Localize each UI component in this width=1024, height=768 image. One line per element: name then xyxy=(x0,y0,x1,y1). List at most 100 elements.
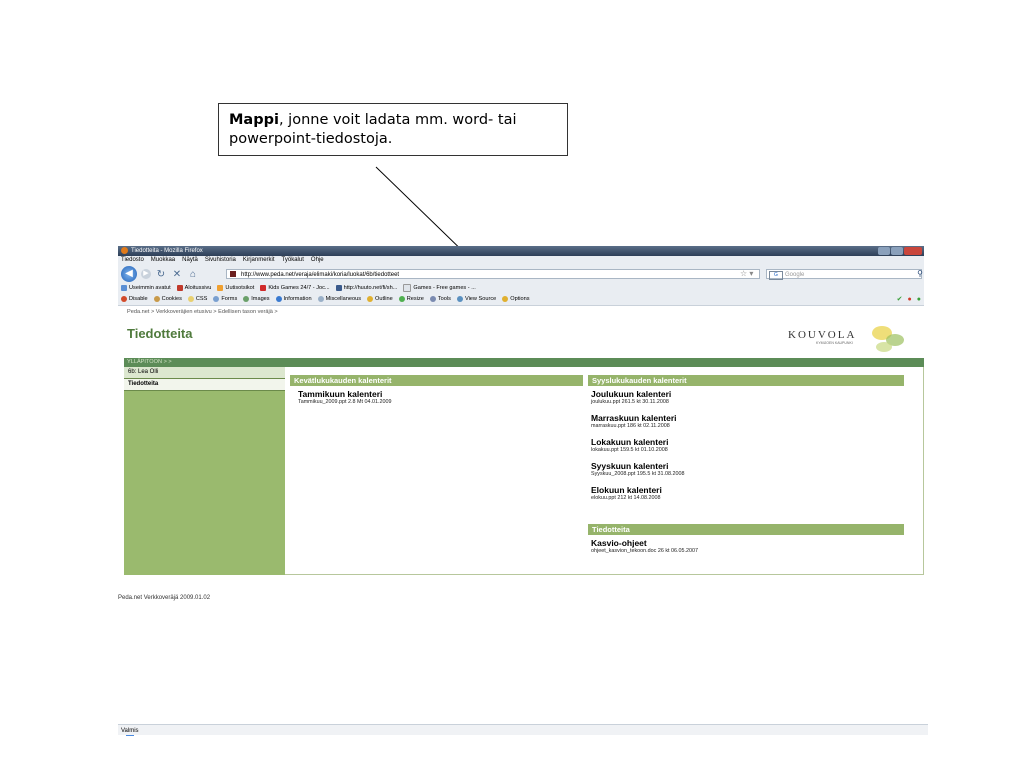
file-title[interactable]: Lokakuun kalenteri xyxy=(591,437,668,447)
title-bar: Tiedotteita - Mozilla Firefox xyxy=(118,246,924,256)
bookmark-item[interactable]: Uutisotsikot xyxy=(217,283,254,294)
google-engine-icon[interactable]: G xyxy=(769,271,783,280)
file-title[interactable]: Joulukuun kalenteri xyxy=(591,389,671,399)
dev-view-source[interactable]: View Source xyxy=(456,294,496,305)
bookmark-item[interactable]: http://huuto.net/fi/sh... xyxy=(335,283,397,294)
file-entry[interactable]: Kasvio-ohjeet ohjeet_kasvion_tekoon.doc … xyxy=(591,538,698,555)
menu-nayta[interactable]: Näytä xyxy=(182,256,198,265)
dev-outline[interactable]: Outline xyxy=(367,294,393,305)
menu-sivuhistoria[interactable]: Sivuhistoria xyxy=(205,256,236,265)
images-icon xyxy=(243,295,250,302)
main-content: Kevätlukukauden kalenterit Tammikuun kal… xyxy=(285,367,924,575)
file-title[interactable]: Kasvio-ohjeet xyxy=(591,538,698,548)
file-title[interactable]: Marraskuun kalenteri xyxy=(591,413,677,423)
section-header-spring: Kevätlukukauden kalenterit xyxy=(290,375,583,386)
page-icon xyxy=(403,283,412,292)
logo-subtitle: KYMIJOEN KAUPUNKI xyxy=(816,341,853,345)
dev-label: Options xyxy=(510,296,530,302)
file-entry[interactable]: Marraskuun kalenteri marraskuu.ppt 186 k… xyxy=(591,413,677,430)
sidebar-item-tiedotteita[interactable]: Tiedotteita xyxy=(124,379,285,391)
close-button[interactable] xyxy=(904,247,922,255)
page-title: Tiedotteita xyxy=(127,326,193,341)
url-bar[interactable]: http://www.peda.net/veraja/elimaki/koria… xyxy=(226,269,760,279)
dev-css[interactable]: CSS xyxy=(187,294,207,305)
dev-disable[interactable]: Disable xyxy=(121,294,148,305)
file-entry[interactable]: Lokakuun kalenteri lokakuu.ppt 159.5 kt … xyxy=(591,437,668,454)
file-meta: marraskuu.ppt 186 kt 02.11.2008 xyxy=(591,423,670,429)
file-meta: lokakuu.ppt 159.5 kt 01.10.2008 xyxy=(591,447,668,453)
status-progress-line xyxy=(126,735,134,736)
forward-button[interactable]: ▶ xyxy=(141,269,151,279)
view-source-icon xyxy=(456,295,463,302)
site-favicon-icon xyxy=(230,271,236,277)
menu-tiedosto[interactable]: Tiedosto xyxy=(121,256,144,265)
status-text: Valmis xyxy=(121,728,139,734)
firefox-icon xyxy=(121,246,128,254)
disable-icon xyxy=(121,295,127,302)
page-footer: Peda.net Verkkoveräjä 2009.01.02 xyxy=(118,595,211,601)
web-developer-toolbar: Disable Cookies CSS Forms Images Informa… xyxy=(118,294,924,306)
file-title[interactable]: Elokuun kalenteri xyxy=(591,485,662,495)
minimize-button[interactable] xyxy=(878,247,890,255)
bookmark-item[interactable]: Aloitussivu xyxy=(176,283,212,294)
callout-box: Mappi, jonne voit ladata mm. word- tai p… xyxy=(218,103,568,156)
information-icon xyxy=(275,295,282,302)
stop-icon[interactable]: ✕ xyxy=(171,269,183,280)
file-entry[interactable]: Syyskuun kalenteri Syyskuu_2008.ppt 195.… xyxy=(591,461,685,478)
valid-icon[interactable]: ● xyxy=(917,294,921,305)
check-icon[interactable]: ✔ xyxy=(897,294,903,305)
dev-label: Cookies xyxy=(161,296,182,302)
kouvola-logo: KOUVOLA KYMIJOEN KAUPUNKI xyxy=(788,324,918,358)
bookmark-label: Useimmin avatut xyxy=(129,285,171,291)
menu-kirjanmerkit[interactable]: Kirjanmerkit xyxy=(243,256,275,265)
sidebar: 6b: Lea Olli Tiedotteita xyxy=(124,367,285,575)
dev-information[interactable]: Information xyxy=(275,294,312,305)
bookmark-item[interactable]: Useimmin avatut xyxy=(121,283,171,294)
dev-options[interactable]: Options xyxy=(502,294,530,305)
bookmark-label: Aloitussivu xyxy=(184,285,212,291)
file-title[interactable]: Tammikuun kalenteri xyxy=(298,389,392,399)
file-entry[interactable]: Joulukuun kalenteri joulukuu.ppt 261.5 k… xyxy=(591,389,671,406)
dev-label: Miscellaneous xyxy=(325,296,362,302)
dev-tools[interactable]: Tools xyxy=(429,294,451,305)
cookie-icon xyxy=(153,295,160,302)
reload-icon[interactable]: ↻ xyxy=(155,269,167,280)
bookmark-star-icon[interactable]: ☆ ▾ xyxy=(740,269,753,278)
admin-link[interactable]: YLLÄPITOON > > xyxy=(124,358,924,367)
bookmark-item[interactable]: Games - Free games - ... xyxy=(403,283,476,294)
file-meta: joulukuu.ppt 261.5 kt 30.11.2008 xyxy=(591,399,669,405)
dev-label: Disable xyxy=(129,296,148,302)
search-input[interactable]: G Google ⚲ xyxy=(766,269,923,280)
breadcrumb[interactable]: Peda.net > Verkkoveräjien etusivu > Edel… xyxy=(127,309,278,315)
web-page: Peda.net > Verkkoveräjien etusivu > Edel… xyxy=(118,306,924,575)
navigation-bar: ◀ ▶ ↻ ✕ ⌂ http://www.peda.net/veraja/eli… xyxy=(118,265,924,283)
error-icon[interactable]: ● xyxy=(908,294,912,305)
dev-label: Outline xyxy=(375,296,393,302)
home-icon[interactable]: ⌂ xyxy=(187,269,199,280)
dev-miscellaneous[interactable]: Miscellaneous xyxy=(317,294,362,305)
dev-images[interactable]: Images xyxy=(243,294,270,305)
bookmark-item[interactable]: Kids Games 24/7 - Joc... xyxy=(260,283,330,294)
miscellaneous-icon xyxy=(317,295,324,302)
file-entry[interactable]: Elokuun kalenteri elokuu.ppt 212 kt 14.0… xyxy=(591,485,662,502)
dev-label: Tools xyxy=(437,296,451,302)
menu-tyokalut[interactable]: Työkalut xyxy=(282,256,304,265)
file-entry[interactable]: Tammikuun kalenteri Tammikuu_2009.ppt 2.… xyxy=(298,389,392,406)
bookmark-icon xyxy=(335,284,342,291)
file-title[interactable]: Syyskuun kalenteri xyxy=(591,461,685,471)
dev-resize[interactable]: Resize xyxy=(398,294,424,305)
dev-cookies[interactable]: Cookies xyxy=(153,294,182,305)
menu-bar: Tiedosto Muokkaa Näytä Sivuhistoria Kirj… xyxy=(118,256,924,265)
section-header-autumn: Syyslukukauden kalenterit xyxy=(588,375,904,386)
menu-muokkaa[interactable]: Muokkaa xyxy=(151,256,175,265)
sidebar-item-class[interactable]: 6b: Lea Olli xyxy=(124,367,285,379)
back-button[interactable]: ◀ xyxy=(121,266,137,282)
menu-ohje[interactable]: Ohje xyxy=(311,256,324,265)
logo-word: KOUVOLA xyxy=(788,329,857,341)
maximize-button[interactable] xyxy=(891,247,903,255)
search-icon[interactable]: ⚲ xyxy=(917,269,923,279)
bookmarks-toolbar: Useimmin avatut Aloitussivu Uutisotsikot… xyxy=(118,283,924,294)
dev-forms[interactable]: Forms xyxy=(213,294,237,305)
file-meta: ohjeet_kasvion_tekoon.doc 26 kt 06.05.20… xyxy=(591,548,698,554)
search-placeholder: Google xyxy=(785,272,805,278)
